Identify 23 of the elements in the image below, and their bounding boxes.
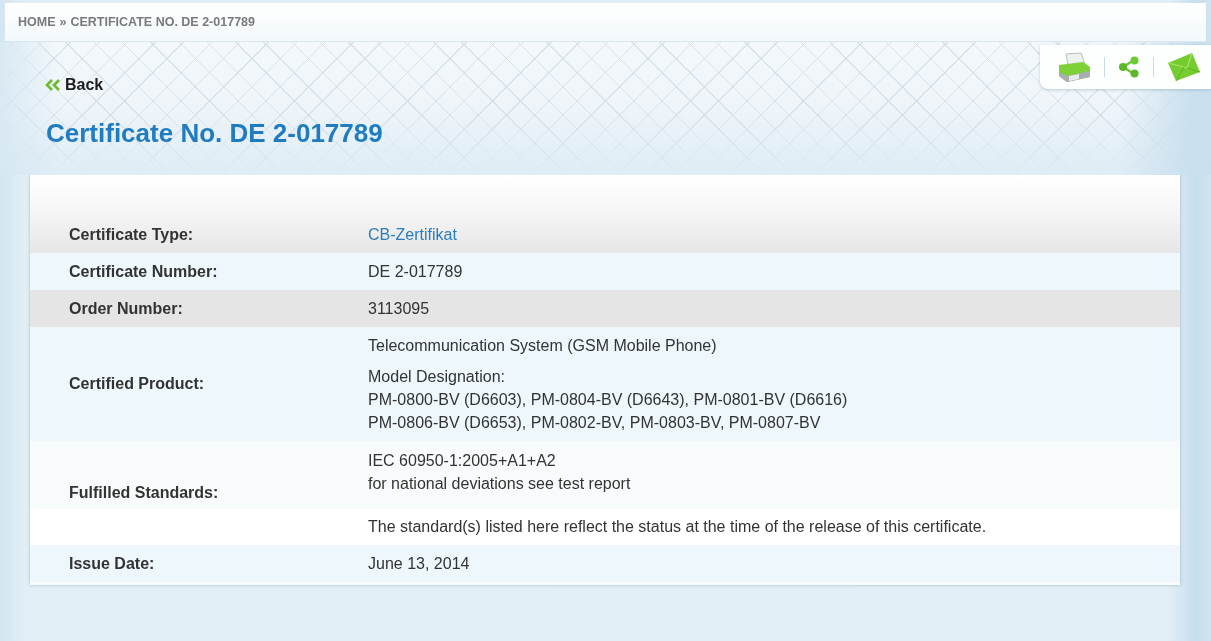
- envelope-icon[interactable]: [1166, 52, 1201, 82]
- field-label: Certified Product:: [68, 375, 205, 393]
- standards-note: The standard(s) listed here reflect the status at the time of the release of this certificate.: [368, 518, 987, 536]
- share-icon[interactable]: [1117, 56, 1140, 78]
- field-value: 3113095: [368, 299, 430, 319]
- field-label: Issue Date:: [68, 554, 155, 573]
- field-value: IEC 60950-1:2005+A1+A2 for national deviations see test report: [368, 451, 631, 494]
- field-label: Certificate Number:: [68, 262, 218, 281]
- breadcrumb-link[interactable]: HOME: [18, 15, 56, 29]
- field-label: Certificate Type:: [68, 225, 194, 244]
- field-value: Telecommunication System (GSM Mobile Phone): [368, 336, 717, 356]
- printer-icon[interactable]: [1056, 51, 1091, 83]
- field-value: DE 2-017789: [368, 262, 463, 282]
- double-chevron-icon: [45, 79, 62, 91]
- field-label: Fulfilled Standards:: [68, 484, 219, 502]
- field-value: June 13, 2014: [368, 554, 470, 574]
- back-link[interactable]: Back: [45, 76, 104, 94]
- field-label: Order Number:: [68, 299, 183, 318]
- page-title: Certificate No. DE 2-017789: [46, 118, 383, 149]
- breadcrumb-separator: »: [59, 15, 67, 29]
- value-link[interactable]: CB-Zertifikat: [368, 223, 457, 246]
- breadcrumb-current: CERTIFICATE NO. DE 2-017789: [70, 15, 255, 29]
- field-value: Model Designation: PM-0800-BV (D6603), PM-0804-BV (D6643), PM-0801-BV (D6616) PM-0806-BV (D6653), PM-0802-BV, PM-0803-BV, PM-0807-BV: [368, 367, 848, 433]
